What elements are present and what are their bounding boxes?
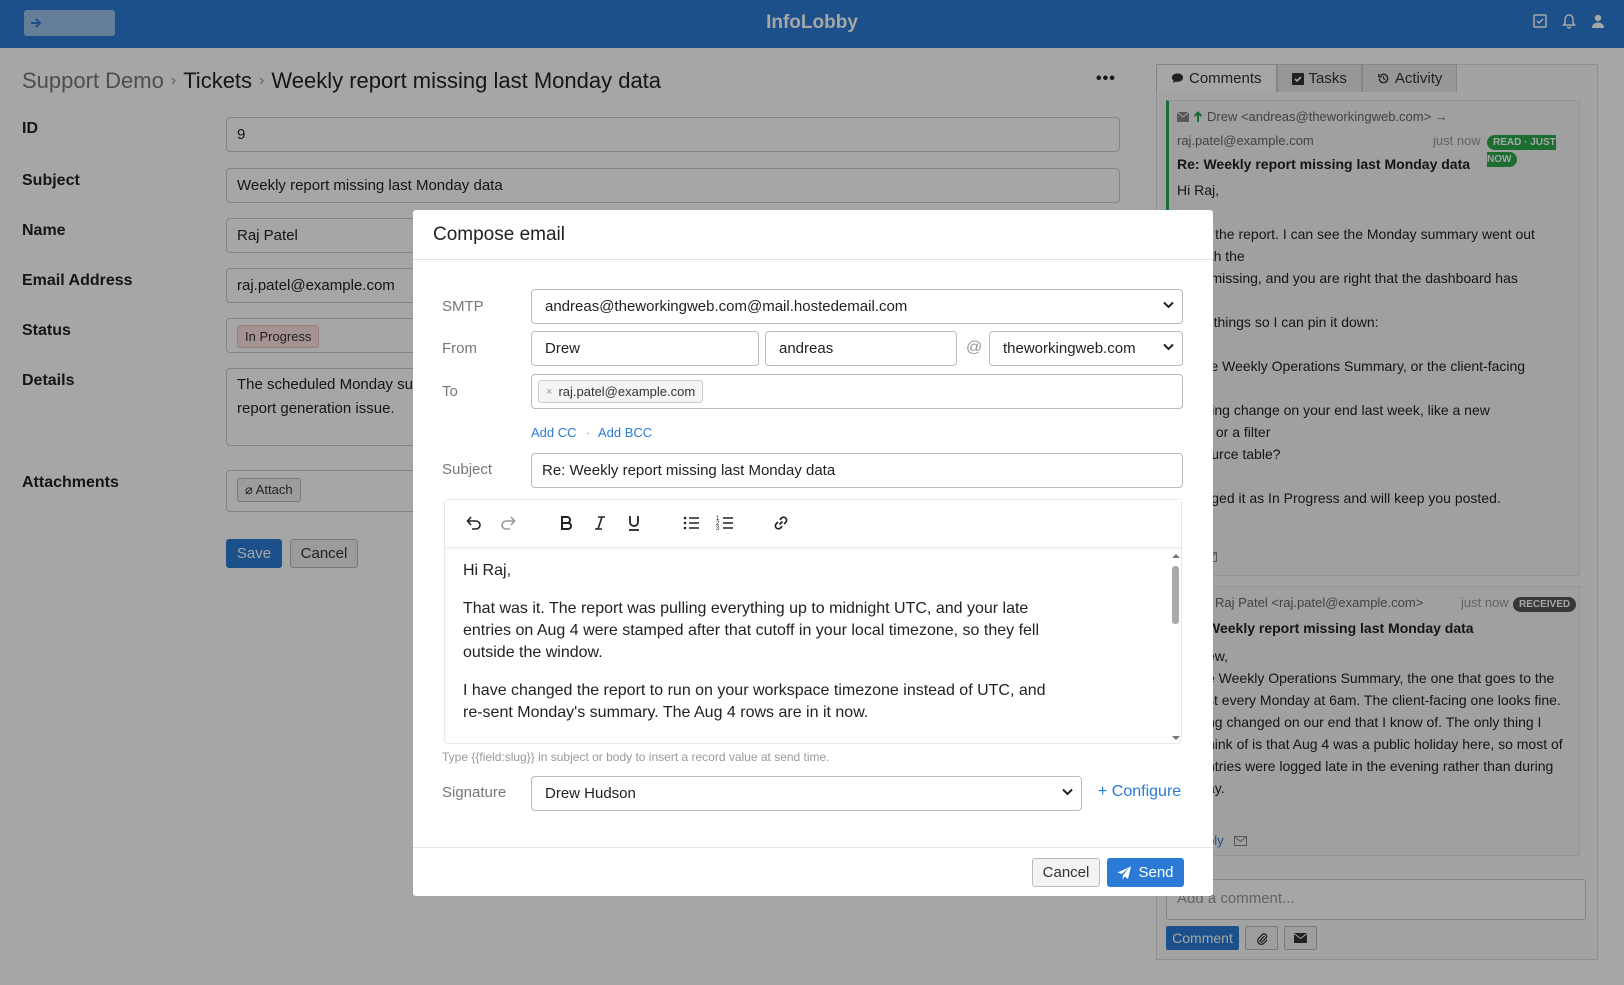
chevron-down-icon [1062, 788, 1073, 796]
link-separator: · [586, 425, 591, 440]
email-body-editor: 123 Hi Raj, That was it. The report was … [444, 499, 1182, 744]
recipient-email: raj.patel@example.com [558, 384, 696, 399]
send-label: Send [1138, 864, 1174, 881]
link-icon[interactable] [771, 513, 791, 533]
compose-email-dialog: Compose email SMTP andreas@theworkingweb… [413, 210, 1213, 896]
dialog-cancel-button[interactable]: Cancel [1032, 858, 1100, 887]
editor-scrollbar[interactable] [1171, 552, 1181, 742]
body-paragraph: Hi Raj, [463, 562, 512, 579]
redo-icon[interactable] [499, 513, 519, 533]
smtp-select[interactable]: andreas@theworkingweb.com@mail.hostedema… [531, 289, 1183, 324]
underline-icon[interactable] [624, 513, 644, 533]
email-body-text[interactable]: Hi Raj, That was it. The report was pull… [463, 560, 1063, 740]
chevron-down-icon [1163, 343, 1174, 351]
bold-icon[interactable] [556, 513, 576, 533]
add-bcc-link[interactable]: Add BCC [598, 425, 652, 440]
numbered-list-icon[interactable]: 123 [715, 513, 735, 533]
recipient-chip: × raj.patel@example.com [538, 380, 704, 403]
chevron-down-icon [1163, 301, 1174, 309]
email-subject-label: Subject [442, 461, 493, 478]
signature-value: Drew Hudson [545, 785, 636, 802]
body-paragraph: That was it. The report was pulling ever… [463, 600, 1040, 661]
to-label: To [442, 383, 458, 400]
to-recipients-input[interactable]: × raj.patel@example.com [531, 374, 1183, 409]
from-label: From [442, 340, 477, 357]
editor-toolbar: 123 [445, 500, 1181, 548]
from-domain-select[interactable]: theworkingweb.com [989, 331, 1183, 366]
at-sign: @ [966, 339, 983, 356]
from-name-input[interactable]: Drew [531, 331, 759, 366]
signature-select[interactable]: Drew Hudson [531, 776, 1082, 811]
dialog-title: Compose email [433, 224, 565, 245]
email-subject-input[interactable]: Re: Weekly report missing last Monday da… [531, 453, 1183, 488]
remove-recipient-icon[interactable]: × [546, 386, 552, 398]
from-user-input[interactable]: andreas [765, 331, 957, 366]
template-hint: Type {{field:slug}} in subject or body t… [442, 750, 830, 764]
body-paragraph: I have changed the report to run on your… [463, 682, 1046, 721]
smtp-label: SMTP [442, 298, 484, 315]
divider [413, 847, 1213, 848]
italic-icon[interactable] [590, 513, 610, 533]
from-domain-value: theworkingweb.com [1003, 340, 1136, 357]
configure-signature-link[interactable]: + Configure [1098, 783, 1181, 801]
undo-icon[interactable] [463, 513, 483, 533]
scrollbar-thumb[interactable] [1172, 566, 1179, 624]
smtp-value: andreas@theworkingweb.com@mail.hostedema… [545, 298, 908, 315]
paper-plane-icon [1117, 866, 1132, 880]
add-cc-link[interactable]: Add CC [531, 425, 577, 440]
send-button[interactable]: Send [1107, 858, 1184, 887]
divider [413, 259, 1213, 260]
bullet-list-icon[interactable] [681, 513, 701, 533]
signature-label: Signature [442, 784, 507, 801]
svg-text:3: 3 [716, 526, 720, 532]
